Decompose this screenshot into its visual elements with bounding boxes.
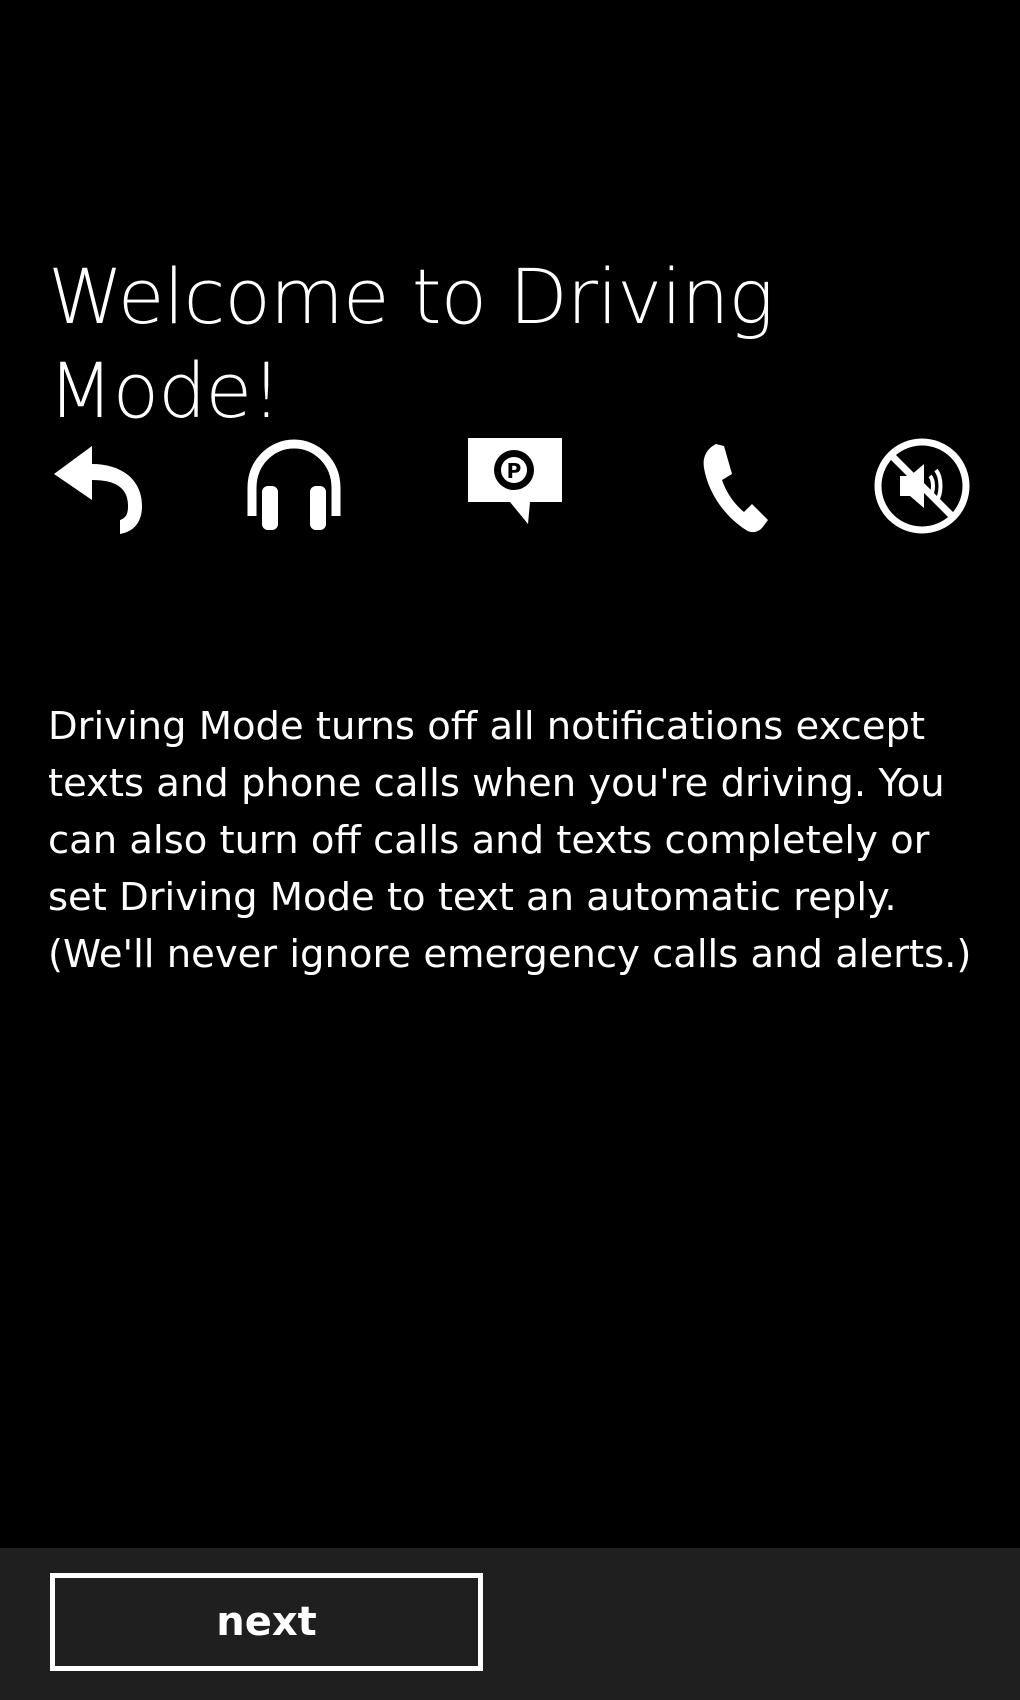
parking-message-icon: P: [466, 436, 566, 536]
reply-icon: [48, 436, 148, 536]
description-text: Driving Mode turns off all notifications…: [48, 704, 972, 977]
page-title: Welcome to Driving Mode!: [48, 252, 774, 435]
app-bar: next: [0, 1548, 1020, 1700]
next-button[interactable]: next: [50, 1573, 483, 1671]
svg-text:P: P: [507, 459, 522, 483]
phone-icon: [688, 436, 788, 536]
feature-icon-row: P: [48, 436, 972, 536]
headphones-icon: [244, 436, 344, 536]
mute-speaker-icon: [872, 436, 972, 536]
